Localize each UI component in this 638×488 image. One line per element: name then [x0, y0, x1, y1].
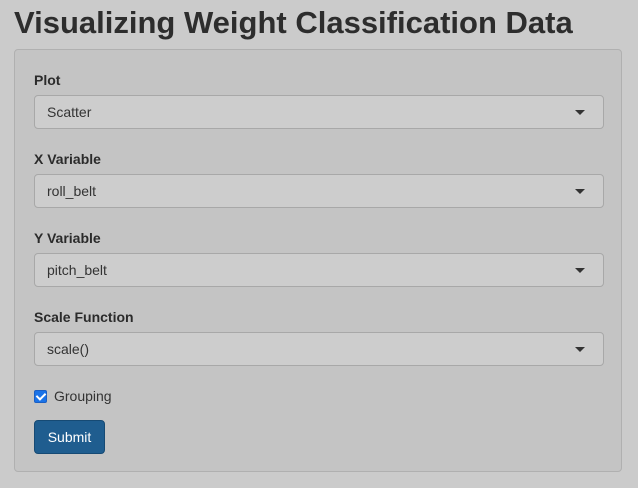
input-panel: Plot Scatter X Variable roll_belt Y Vari… — [14, 49, 622, 472]
scale-function-select[interactable]: scale() — [34, 332, 604, 366]
y-variable-select[interactable]: pitch_belt — [34, 253, 604, 287]
caret-down-icon — [575, 110, 585, 115]
scale-function-select-value: scale() — [47, 341, 90, 357]
plot-select[interactable]: Scatter — [34, 95, 604, 129]
scale-function-label: Scale Function — [34, 309, 134, 325]
grouping-checkbox[interactable] — [34, 389, 47, 403]
plot-field: Plot Scatter — [34, 72, 604, 129]
caret-down-icon — [575, 189, 585, 194]
caret-down-icon — [575, 347, 585, 352]
caret-down-icon — [575, 268, 585, 273]
scale-function-field: Scale Function scale() — [34, 309, 604, 366]
page-title: Visualizing Weight Classification Data — [14, 5, 573, 40]
submit-button[interactable]: Submit — [34, 420, 105, 454]
grouping-label: Grouping — [54, 387, 112, 404]
x-variable-field: X Variable roll_belt — [34, 151, 604, 208]
y-variable-label: Y Variable — [34, 230, 101, 246]
x-variable-select-value: roll_belt — [47, 183, 97, 199]
x-variable-select[interactable]: roll_belt — [34, 174, 604, 208]
plot-label: Plot — [34, 72, 61, 88]
y-variable-field: Y Variable pitch_belt — [34, 230, 604, 287]
y-variable-select-value: pitch_belt — [47, 262, 107, 278]
plot-select-value: Scatter — [47, 104, 92, 120]
grouping-option[interactable]: Grouping — [34, 387, 112, 405]
x-variable-label: X Variable — [34, 151, 101, 167]
